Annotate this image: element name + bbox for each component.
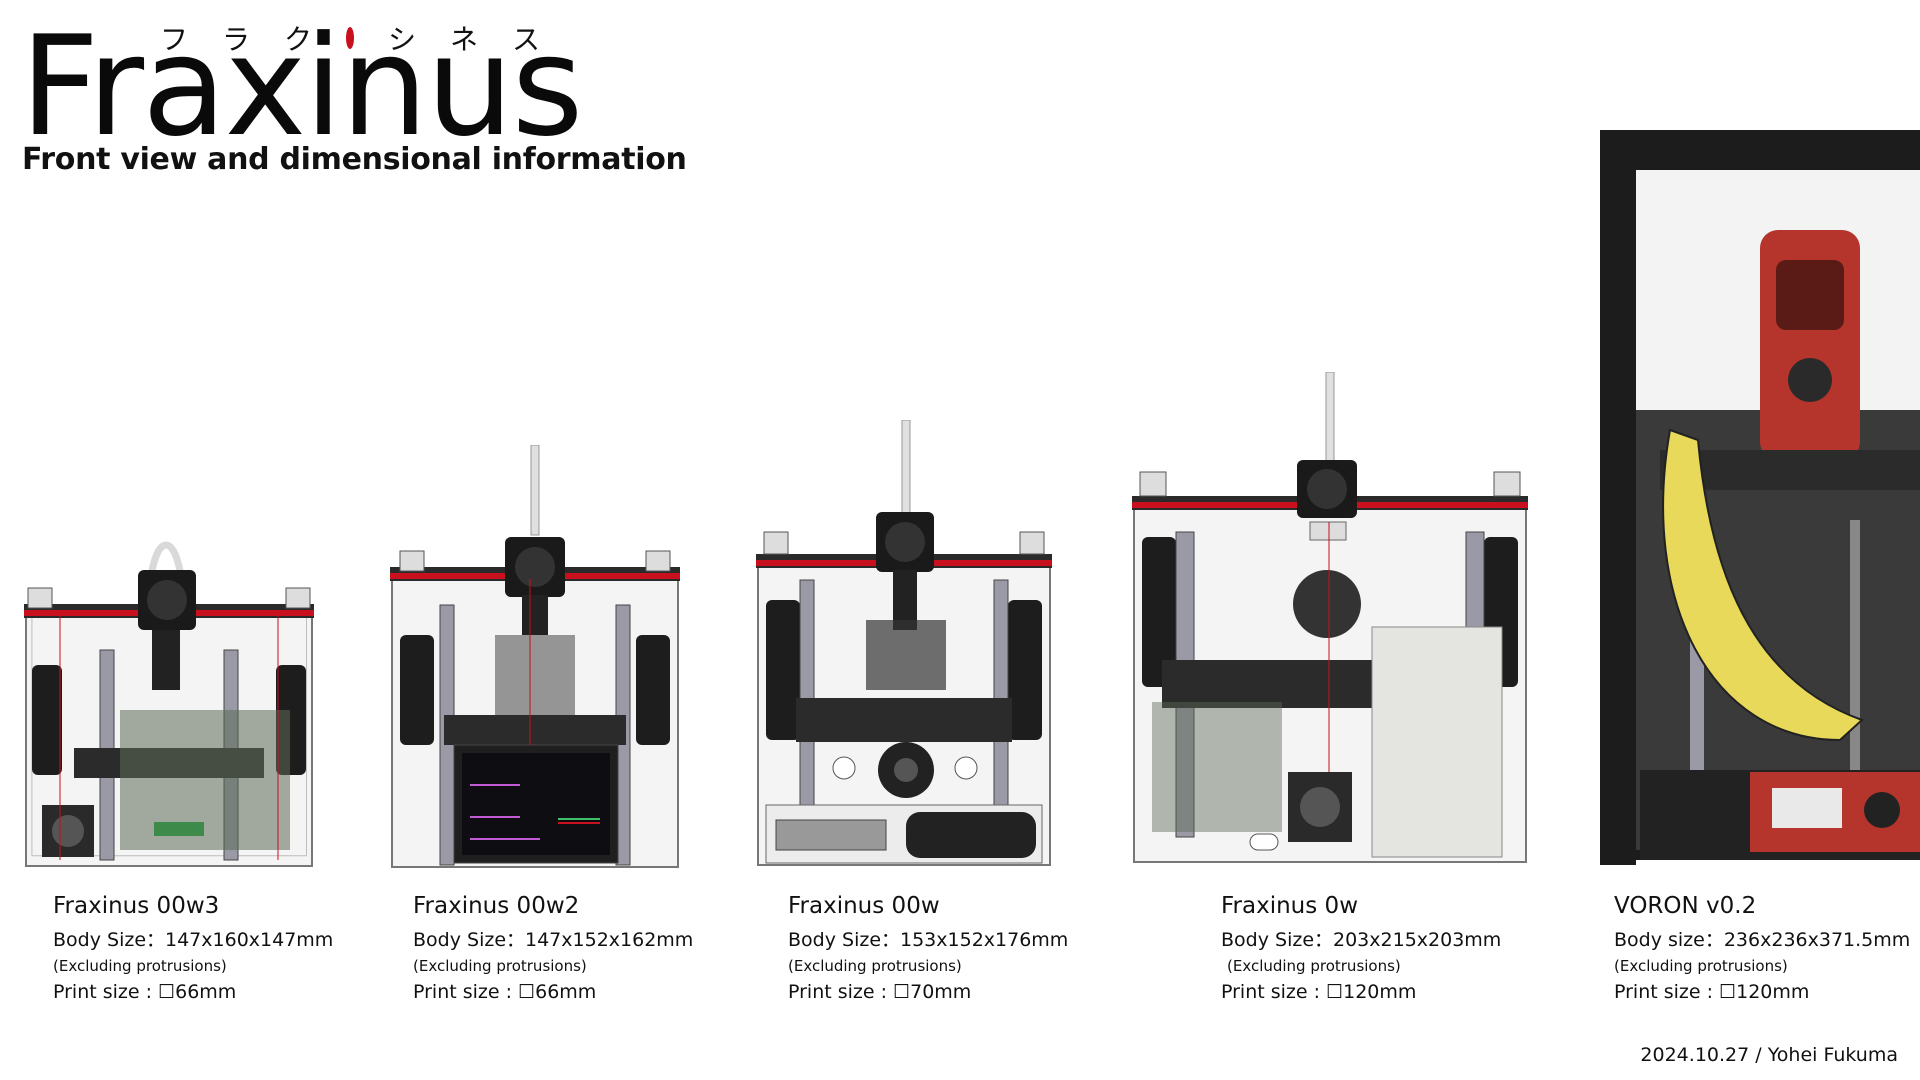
printer-body-size: Body Size：203x215x203mm	[1221, 929, 1502, 951]
printer-image-00w3	[24, 541, 314, 867]
printer-excluding-note: (Excluding protrusions)	[1614, 957, 1788, 975]
printer-body-size: Body Size：147x160x147mm	[53, 929, 334, 951]
printer-print-size: Print size : ☐66mm	[413, 981, 597, 1003]
printer-print-size: Print size : ☐70mm	[788, 981, 972, 1003]
printer-image-00w	[756, 420, 1052, 866]
kana-char: シ	[387, 23, 416, 56]
printer-name: Fraxinus 0w	[1221, 893, 1359, 919]
kana-char: ネ	[449, 23, 478, 56]
printer-excluding-note: (Excluding protrusions)	[788, 957, 962, 975]
kana-char: ク	[284, 23, 313, 56]
printer-name: Fraxinus 00w2	[413, 893, 580, 919]
printer-info-0w: Fraxinus 0w Body Size：203x215x203mm (Exc…	[1221, 893, 1501, 1003]
printer-excluding-note: (Excluding protrusions)	[413, 957, 587, 975]
printer-info-voron: VORON v0.2 Body size：236x236x371.5mm (Ex…	[1614, 893, 1910, 1003]
printer-body-size: Body Size：147x152x162mm	[413, 929, 694, 951]
printer-print-size: Print size : ☐120mm	[1221, 981, 1417, 1003]
printer-info-00w3: Fraxinus 00w3 Body Size：147x160x147mm (E…	[53, 893, 333, 1003]
printer-name: Fraxinus 00w3	[53, 893, 220, 919]
printer-image-0w	[1132, 372, 1528, 863]
printer-body-size: Body size：236x236x371.5mm	[1614, 929, 1911, 951]
printer-info-00w: Fraxinus 00w Body Size：153x152x176mm (Ex…	[788, 893, 1068, 1003]
page-subtitle: Front view and dimensional information	[22, 142, 687, 177]
printer-excluding-note: (Excluding protrusions)	[1227, 957, 1401, 975]
printer-body-size: Body Size：153x152x176mm	[788, 929, 1069, 951]
author-credit: 2024.10.27 / Yohei Fukuma	[1640, 1044, 1898, 1066]
kana-char: フ	[160, 23, 189, 56]
printer-image-00w2	[390, 445, 680, 868]
printer-name: VORON v0.2	[1614, 893, 1757, 919]
kana-char: ラ	[222, 23, 251, 56]
printer-excluding-note: (Excluding protrusions)	[53, 957, 227, 975]
logo-kana: フ ラ ク シ ネ ス	[160, 18, 540, 58]
printer-name: Fraxinus 00w	[788, 893, 940, 919]
printer-image-voron	[1600, 130, 1920, 865]
printer-print-size: Print size : ☐66mm	[53, 981, 237, 1003]
printer-info-00w2: Fraxinus 00w2 Body Size：147x152x162mm (E…	[413, 893, 693, 1003]
red-dot-icon	[346, 27, 354, 49]
printer-print-size: Print size : ☐120mm	[1614, 981, 1810, 1003]
kana-char: ス	[511, 23, 540, 56]
